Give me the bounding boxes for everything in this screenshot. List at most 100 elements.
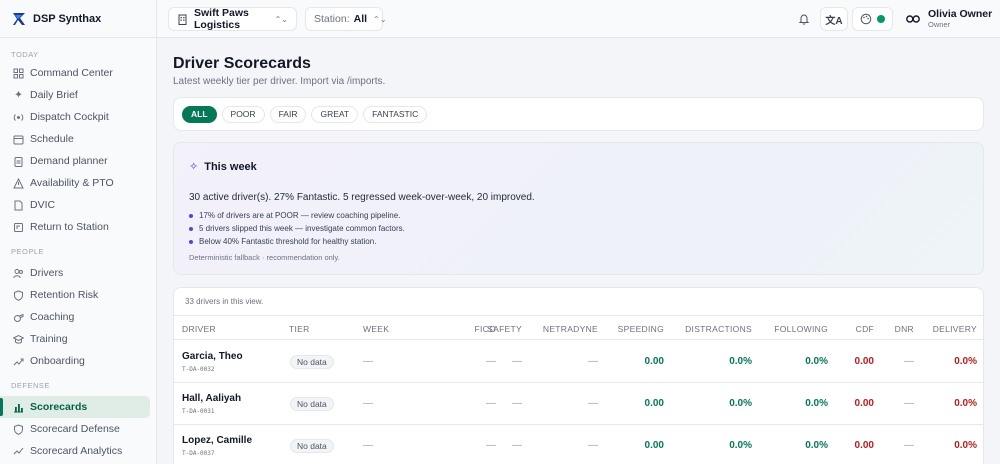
status-dot [877, 15, 885, 23]
sidebar-item-label: Drivers [30, 267, 64, 279]
sidebar-item-availability-pto[interactable]: Availability & PTO [0, 172, 150, 194]
table-row[interactable]: Hall, Aaliyah T-DA-0031 No data — — — — … [174, 383, 983, 425]
column-header-distractions[interactable]: DISTRACTIONS [668, 324, 752, 334]
column-header-speeding[interactable]: SPEEDING [604, 324, 664, 334]
sidebar-item-scorecards[interactable]: Scorecards [0, 396, 150, 418]
whistle-icon [13, 312, 24, 323]
user-role: Owner [928, 20, 951, 29]
sidebar-item-label: Training [30, 333, 68, 345]
list-item: Below 40% Fantastic threshold for health… [189, 235, 405, 248]
this-week-header: ✧ This week [189, 160, 257, 174]
sidebar-item-scorecard-defense[interactable]: Scorecard Defense [0, 418, 150, 440]
sidebar-item-return-to-station[interactable]: Return to Station [0, 216, 150, 238]
column-header-dnr[interactable]: DNR [874, 324, 914, 334]
sidebar-item-label: Schedule [30, 133, 74, 145]
delivery-value: 0.0% [954, 440, 977, 451]
sidebar-item-scorecard-analytics[interactable]: Scorecard Analytics [0, 440, 150, 462]
sidebar-item-label: Command Center [30, 67, 113, 79]
sidebar-item-drivers[interactable]: Drivers [0, 262, 150, 284]
sidebar-item-onboarding[interactable]: Onboarding [0, 350, 150, 372]
brand-logo-icon [13, 12, 25, 25]
sidebar-item-label: Scorecards [30, 401, 88, 413]
sidebar-item-label: Availability & PTO [30, 177, 114, 189]
driver-name[interactable]: Garcia, Theo [182, 351, 243, 362]
delivery-value: 0.0% [954, 356, 977, 367]
station-label: Station: [314, 13, 350, 25]
sidebar-item-coaching[interactable]: Coaching [0, 306, 150, 328]
nav-section-people: PEOPLE [11, 247, 45, 256]
column-header-netradyne[interactable]: NETRADYNE [530, 324, 598, 334]
sidebar-item-dispatch-cockpit[interactable]: Dispatch Cockpit [0, 106, 150, 128]
filter-chip-fantastic[interactable]: FANTASTIC [363, 105, 428, 123]
sparkles-icon: ✦ [14, 89, 23, 101]
sidebar-item-dvic[interactable]: DVIC [0, 194, 150, 216]
sidebar-item-label: DVIC [30, 199, 56, 211]
language-button[interactable]: 文A [820, 7, 848, 31]
driver-name[interactable]: Lopez, Camille [182, 435, 252, 446]
scorecard-table: 33 drivers in this view. DRIVER TIER WEE… [173, 287, 984, 464]
distractions-value: 0.0% [729, 440, 752, 451]
org-name: Swift Paws Logistics [194, 7, 249, 31]
graduation-icon [13, 334, 24, 345]
safety-value: — [512, 356, 522, 367]
sidebar-item-label: Scorecard Analytics [30, 445, 123, 457]
chevron-updown-icon: ⌃⌄ [373, 14, 387, 24]
column-header-delivery[interactable]: DELIVERY [919, 324, 977, 334]
users-icon [13, 268, 24, 279]
driver-name[interactable]: Hall, Aaliyah [182, 393, 241, 404]
week-value: — [363, 440, 373, 451]
tier-badge: No data [290, 397, 334, 411]
this-week-card: ✧ This week 30 active driver(s). 27% Fan… [173, 142, 984, 275]
netradyne-value: — [588, 440, 598, 451]
delivery-value: 0.0% [954, 398, 977, 409]
table-row[interactable]: Garcia, Theo T-DA-0032 No data — — — — 0… [174, 341, 983, 383]
speeding-value: 0.00 [644, 356, 664, 367]
distractions-value: 0.0% [729, 356, 752, 367]
user-menu[interactable]: Olivia Owner Owner [906, 8, 992, 29]
sidebar-item-schedule[interactable]: Schedule [0, 128, 150, 150]
user-name: Olivia Owner [928, 8, 993, 20]
week-value: — [363, 356, 373, 367]
grid-icon [13, 68, 24, 79]
sidebar-item-training[interactable]: Training [0, 328, 150, 350]
sidebar-item-label: Scorecard Defense [30, 423, 120, 435]
filter-chip-all[interactable]: ALL [182, 105, 217, 123]
sidebar: DSP Synthax TODAY Command Center ✦ Daily… [0, 0, 157, 464]
brand[interactable]: DSP Synthax [0, 0, 156, 38]
netradyne-value: — [588, 356, 598, 367]
sidebar-item-daily-brief[interactable]: ✦ Daily Brief [0, 84, 150, 106]
radio-icon [13, 112, 24, 123]
table-row[interactable]: Lopez, Camille T-DA-0037 No data — — — —… [174, 425, 983, 464]
sidebar-item-label: Dispatch Cockpit [30, 111, 109, 123]
netradyne-value: — [588, 398, 598, 409]
column-header-cdf[interactable]: CDF [834, 324, 874, 334]
week-value: — [363, 398, 373, 409]
org-selector[interactable]: Swift Paws Logistics ⌃⌄ [168, 7, 297, 31]
main-content: Driver Scorecards Latest weekly tier per… [157, 38, 1000, 464]
station-selector[interactable]: Station: All ⌃⌄ [305, 7, 387, 31]
notifications-button[interactable] [793, 7, 815, 31]
this-week-title: This week [204, 160, 257, 173]
column-header-safety[interactable]: SAFETY [474, 324, 522, 334]
column-header-driver[interactable]: DRIVER [182, 324, 216, 334]
filter-chip-fair[interactable]: FAIR [269, 105, 307, 123]
sidebar-item-retention-risk[interactable]: Retention Risk [0, 284, 150, 306]
column-header-tier[interactable]: TIER [289, 324, 310, 334]
column-header-following[interactable]: FOLLOWING [758, 324, 828, 334]
following-value: 0.0% [805, 356, 828, 367]
driver-id: T-DA-0032 [182, 366, 215, 373]
dnr-value: — [904, 440, 914, 451]
avatar-icon [906, 14, 920, 23]
filter-chip-great[interactable]: GREAT [311, 105, 359, 123]
filter-chip-poor[interactable]: POOR [221, 105, 265, 123]
safety-value: — [512, 440, 522, 451]
brand-name: DSP Synthax [33, 12, 102, 25]
theme-button[interactable] [852, 7, 893, 31]
sidebar-item-demand-planner[interactable]: Demand planner [0, 150, 150, 172]
palette-icon [860, 13, 872, 25]
table-header: DRIVER TIER WEEK FICO SAFETY NETRADYNE S… [174, 315, 983, 340]
sparkles-icon: ✧ [189, 161, 199, 173]
sidebar-item-command-center[interactable]: Command Center [0, 62, 150, 84]
column-header-week[interactable]: WEEK [363, 324, 389, 334]
building-icon [177, 14, 188, 25]
